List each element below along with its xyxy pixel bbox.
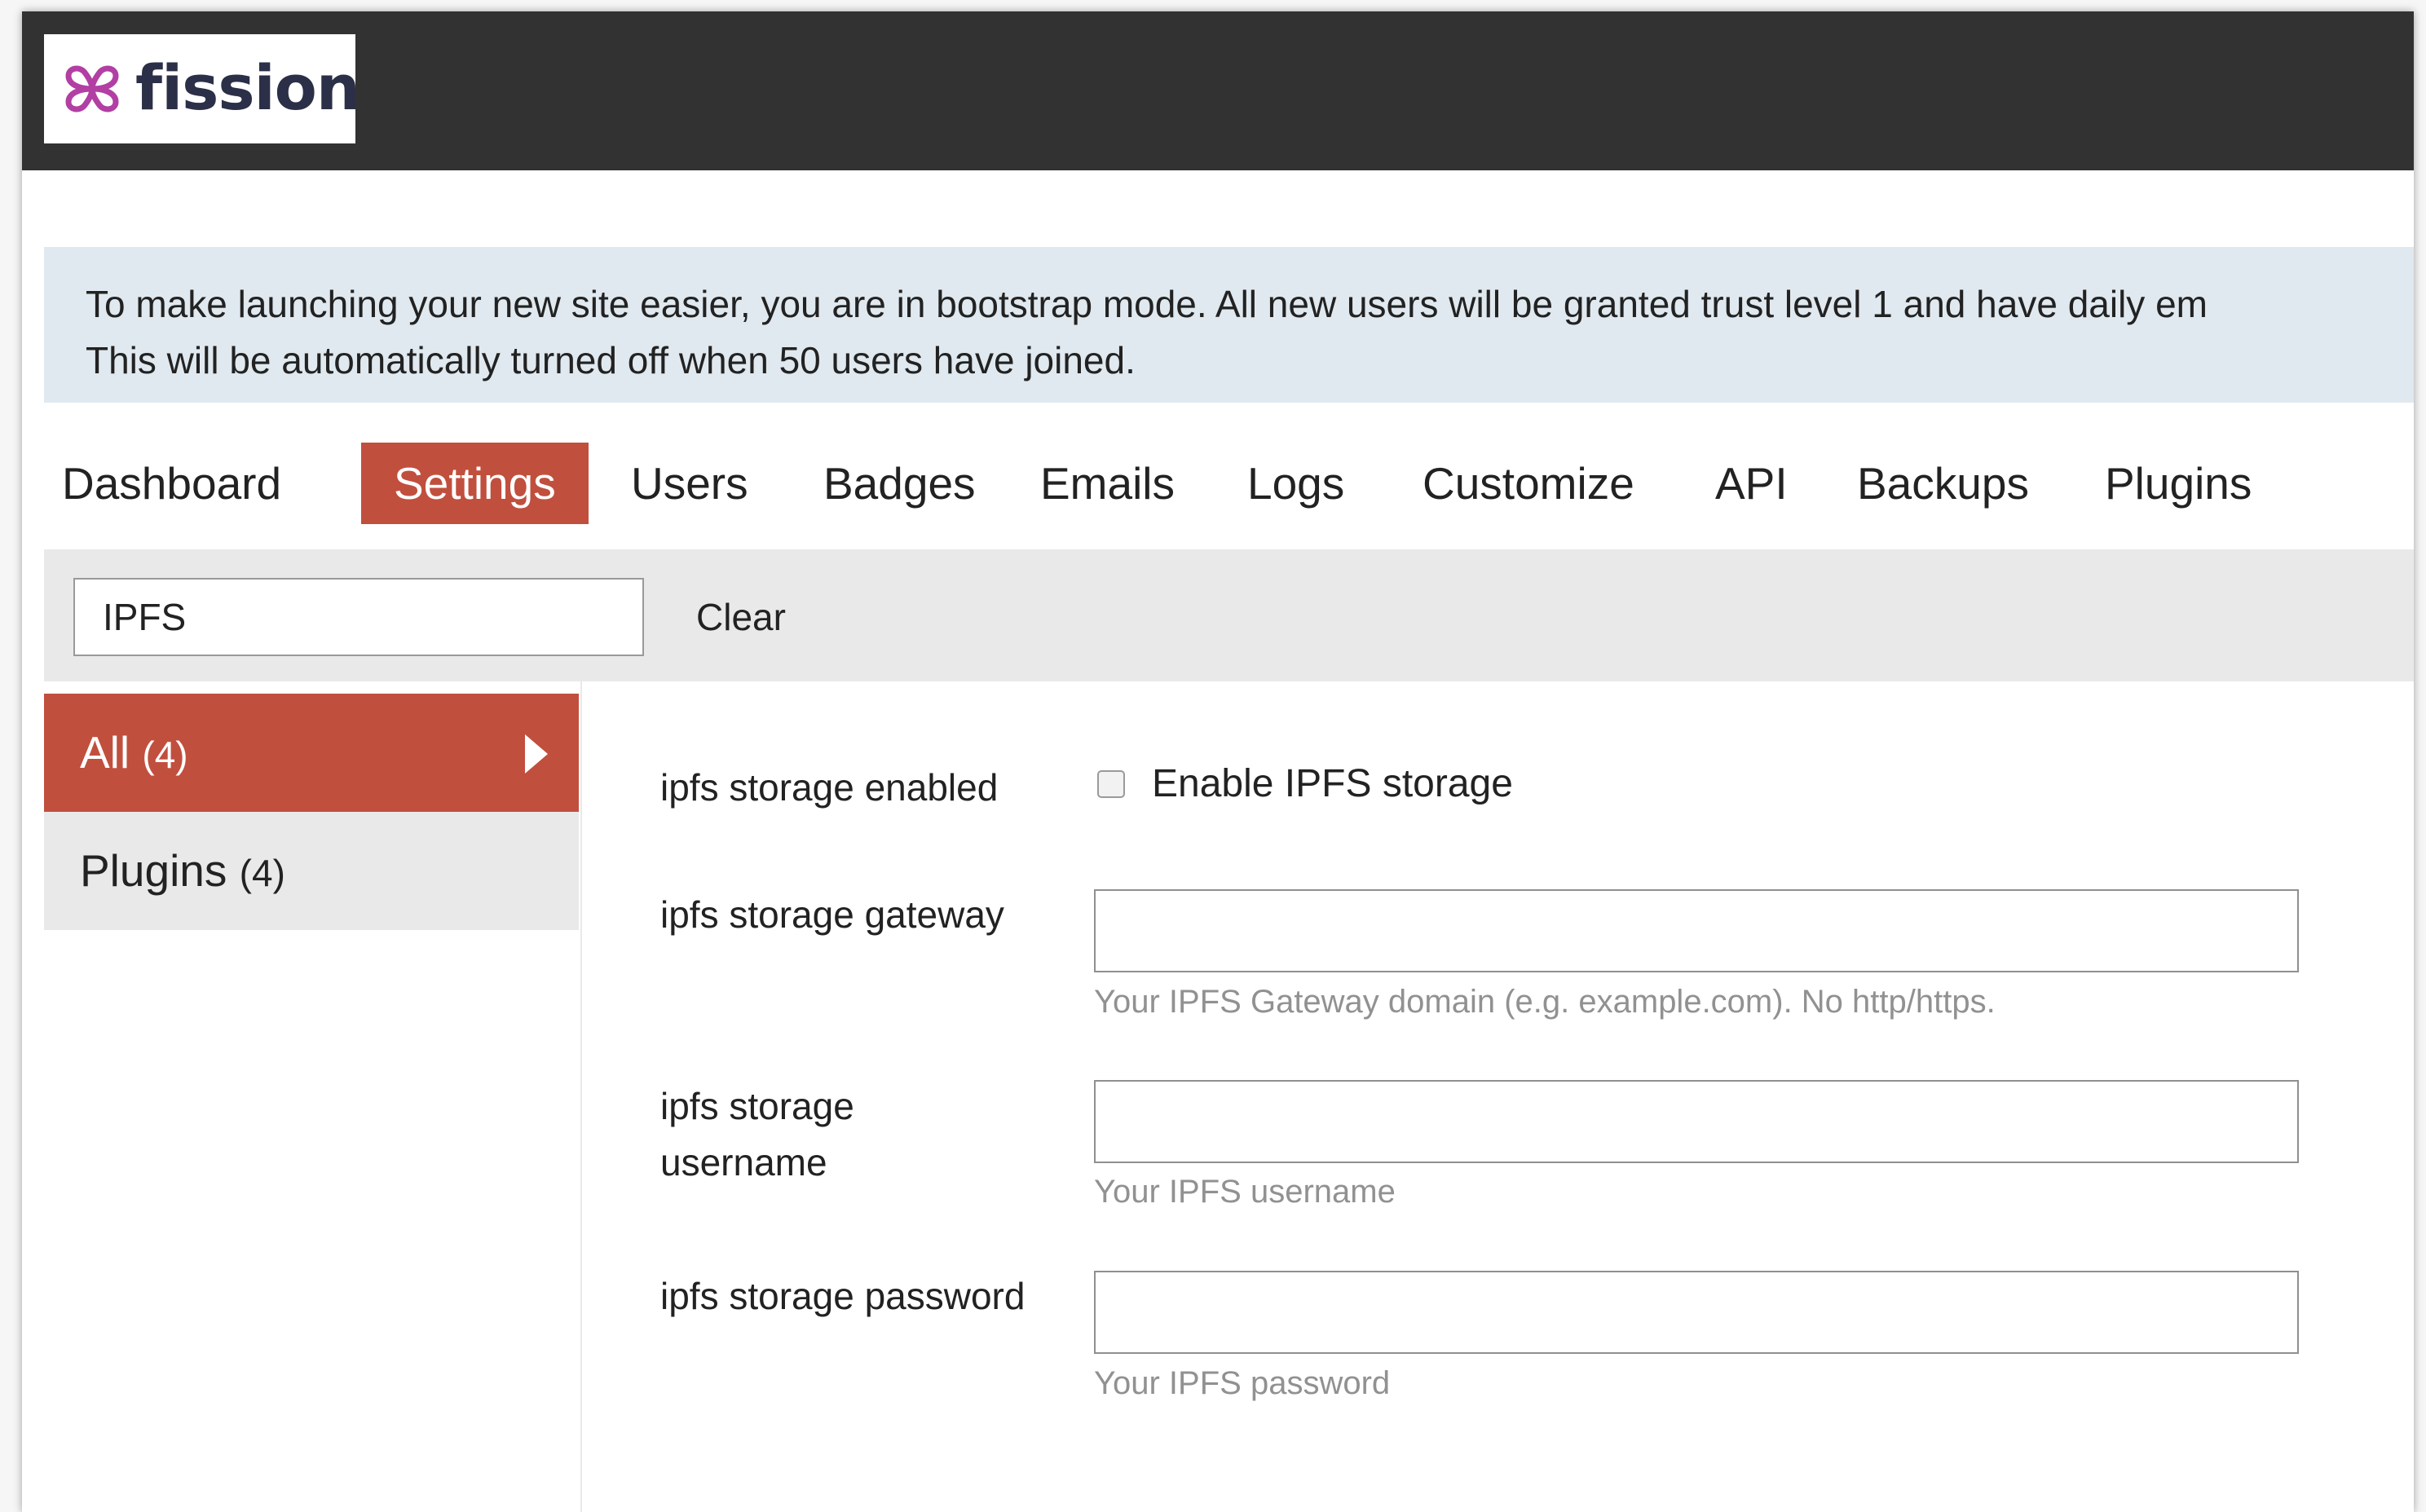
tab-badges[interactable]: Badges — [823, 443, 976, 524]
sidebar-item-count: (4) — [239, 852, 285, 894]
tab-customize[interactable]: Customize — [1423, 443, 1634, 524]
sidebar-item-label: Plugins — [80, 845, 227, 896]
tab-emails[interactable]: Emails — [1040, 443, 1175, 524]
banner-text-line-2: This will be automatically turned off wh… — [86, 339, 1136, 381]
tab-logs[interactable]: Logs — [1247, 443, 1344, 524]
setting-label-username-line1: ipfs storage — [660, 1085, 854, 1127]
settings-category-sidebar: All (4) Plugins (4) — [44, 681, 582, 1512]
settings-filter-input[interactable] — [73, 578, 644, 656]
settings-filter-bar: Clear — [44, 549, 2414, 681]
sidebar-item-label: All — [80, 727, 130, 778]
clear-filter-button[interactable]: Clear — [696, 578, 786, 656]
app-window: fission To make launching your new site … — [22, 11, 2414, 1512]
setting-label-gateway: ipfs storage gateway — [660, 893, 1004, 936]
caret-right-icon — [525, 734, 548, 774]
setting-label-username: ipfs storage username — [660, 1078, 1068, 1191]
sidebar-item-count: (4) — [142, 734, 188, 776]
bootstrap-mode-banner: To make launching your new site easier, … — [44, 247, 2414, 403]
setting-label-password: ipfs storage password — [660, 1275, 1026, 1317]
ipfs-password-input[interactable] — [1094, 1271, 2299, 1354]
sidebar-item-all[interactable]: All (4) — [44, 694, 579, 812]
tab-api[interactable]: API — [1715, 443, 1788, 524]
tab-settings[interactable]: Settings — [361, 443, 589, 524]
logo-wordmark: fission — [135, 51, 360, 124]
banner-text-line-1: To make launching your new site easier, … — [86, 283, 2208, 325]
password-help-text: Your IPFS password — [1094, 1365, 1391, 1401]
enable-ipfs-storage-checkbox[interactable] — [1097, 770, 1125, 798]
enable-ipfs-storage-label[interactable]: Enable IPFS storage — [1152, 760, 1513, 809]
site-logo[interactable]: fission — [44, 34, 360, 143]
ipfs-username-input[interactable] — [1094, 1080, 2299, 1163]
ipfs-gateway-input[interactable] — [1094, 889, 2299, 972]
fission-logo-icon — [65, 65, 119, 112]
setting-label-enabled: ipfs storage enabled — [660, 766, 999, 809]
tab-plugins[interactable]: Plugins — [2105, 443, 2252, 524]
tab-dashboard[interactable]: Dashboard — [62, 443, 281, 524]
tab-users[interactable]: Users — [631, 443, 748, 524]
tab-backups[interactable]: Backups — [1857, 443, 2029, 524]
gateway-help-text: Your IPFS Gateway domain (e.g. example.c… — [1094, 984, 1996, 1020]
sidebar-item-plugins[interactable]: Plugins (4) — [44, 812, 579, 930]
username-help-text: Your IPFS username — [1094, 1174, 1396, 1210]
site-header: fission — [22, 11, 2414, 170]
setting-label-username-line2: username — [660, 1141, 827, 1184]
